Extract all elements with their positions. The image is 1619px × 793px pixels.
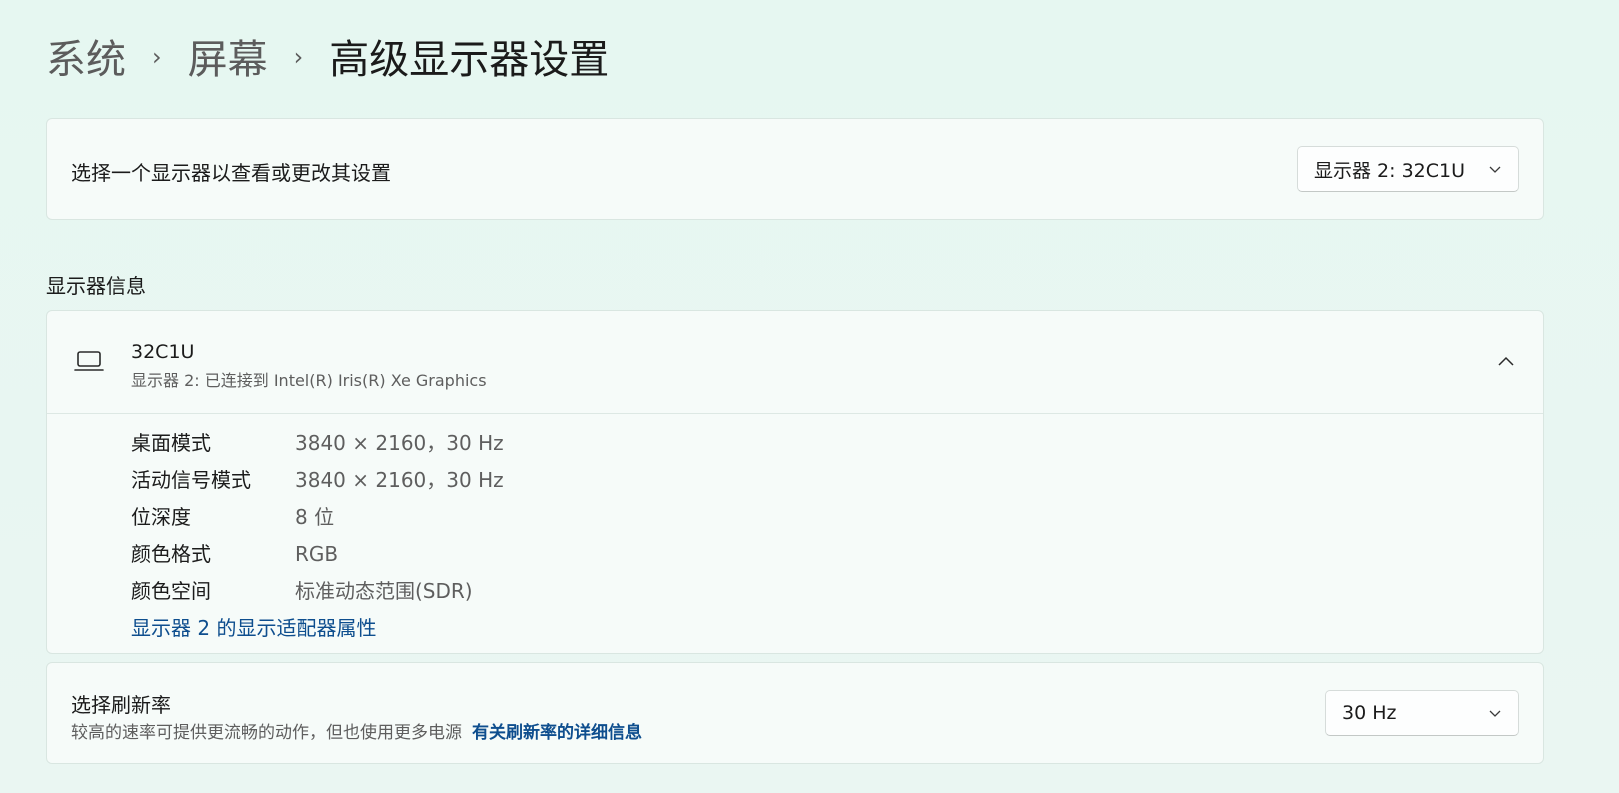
chevron-down-icon	[1489, 710, 1501, 717]
breadcrumb: 系统 › 屏幕 › 高级显示器设置	[46, 30, 609, 90]
page-title: 高级显示器设置	[329, 37, 610, 83]
refresh-rate-description: 较高的速率可提供更流畅的动作，但也使用更多电源 有关刷新率的详细信息	[71, 718, 642, 743]
display-select-dropdown[interactable]: 显示器 2: 32C1U	[1297, 146, 1519, 192]
display-info-header[interactable]: 32C1U 显示器 2: 已连接到 Intel(R) Iris(R) Xe Gr…	[47, 311, 1543, 414]
property-key: 活动信号模式	[131, 468, 251, 492]
property-row: 桌面模式 3840 × 2160，30 Hz	[131, 429, 504, 466]
display-properties: 桌面模式 3840 × 2160，30 Hz 活动信号模式 3840 × 216…	[131, 429, 504, 614]
refresh-rate-description-text: 较高的速率可提供更流畅的动作，但也使用更多电源	[71, 723, 462, 743]
display-adapter-properties-link[interactable]: 显示器 2 的显示适配器属性	[131, 612, 376, 641]
property-value: 3840 × 2160，30 Hz	[295, 431, 504, 455]
chevron-down-icon	[1489, 166, 1501, 173]
display-name: 32C1U	[131, 341, 195, 363]
property-row: 颜色格式 RGB	[131, 540, 504, 577]
display-connection: 显示器 2: 已连接到 Intel(R) Iris(R) Xe Graphics	[131, 371, 487, 390]
select-display-card: 选择一个显示器以查看或更改其设置 显示器 2: 32C1U	[46, 118, 1544, 220]
display-info-card: 32C1U 显示器 2: 已连接到 Intel(R) Iris(R) Xe Gr…	[46, 310, 1544, 654]
property-value: 标准动态范围(SDR)	[295, 579, 473, 603]
property-key: 位深度	[131, 505, 191, 529]
property-key: 桌面模式	[131, 431, 211, 455]
breadcrumb-item-display[interactable]: 屏幕	[188, 30, 268, 90]
chevron-up-icon[interactable]	[1497, 355, 1515, 367]
refresh-rate-dropdown[interactable]: 30 Hz	[1325, 690, 1519, 736]
display-info-section-title: 显示器信息	[46, 274, 146, 298]
select-display-label: 选择一个显示器以查看或更改其设置	[71, 161, 391, 185]
laptop-icon	[74, 351, 104, 371]
breadcrumb-separator: ›	[152, 43, 162, 71]
property-row: 位深度 8 位	[131, 503, 504, 540]
property-value: 3840 × 2160，30 Hz	[295, 468, 504, 492]
display-select-value: 显示器 2: 32C1U	[1314, 159, 1466, 182]
property-key: 颜色格式	[131, 542, 211, 566]
property-row: 颜色空间 标准动态范围(SDR)	[131, 577, 504, 614]
property-row: 活动信号模式 3840 × 2160，30 Hz	[131, 466, 504, 503]
breadcrumb-item-system[interactable]: 系统	[46, 30, 126, 90]
refresh-rate-value: 30 Hz	[1342, 702, 1397, 724]
property-key: 颜色空间	[131, 579, 211, 603]
refresh-rate-info-link[interactable]: 有关刷新率的详细信息	[472, 723, 642, 743]
breadcrumb-separator: ›	[293, 43, 304, 71]
property-value: RGB	[295, 542, 339, 566]
property-value: 8 位	[295, 505, 335, 529]
refresh-rate-card: 选择刷新率 较高的速率可提供更流畅的动作，但也使用更多电源 有关刷新率的详细信息 …	[46, 662, 1544, 764]
refresh-rate-title: 选择刷新率	[71, 693, 171, 717]
